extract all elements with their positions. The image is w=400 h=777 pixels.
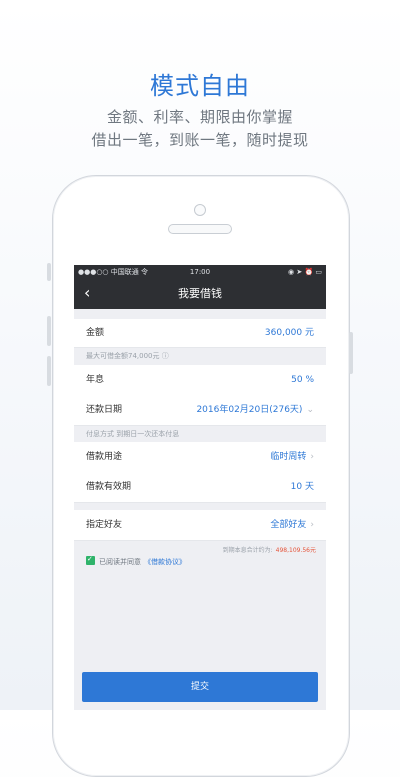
- friend-label: 指定好友: [86, 520, 123, 530]
- repay-date-value[interactable]: 2016年02月20日(276天) ⌄: [196, 395, 314, 425]
- back-icon[interactable]: ‹: [84, 279, 90, 307]
- rate-row[interactable]: 年息 50 %: [74, 365, 326, 396]
- front-camera: [194, 204, 206, 216]
- status-icons: ◉ ➤ ⏰ ▭: [288, 268, 322, 276]
- purpose-value[interactable]: 临时周转 ›: [270, 442, 314, 472]
- nav-bar: ‹ 我要借钱: [74, 279, 326, 309]
- amount-row[interactable]: 金额 360,000 元: [74, 319, 326, 348]
- purpose-label: 借款用途: [86, 452, 123, 462]
- total-amount: 498,109.56元: [275, 547, 316, 554]
- volume-up-button: [47, 316, 51, 346]
- volume-down-button: [47, 356, 51, 386]
- total-estimate: 到期本息合计约为: 498,109.56元: [223, 545, 316, 554]
- promo-line-2: 借出一笔，到账一笔，随时提现: [91, 131, 309, 149]
- agree-checkbox[interactable]: ✓: [86, 555, 95, 565]
- chevron-right-icon: ›: [310, 452, 314, 462]
- power-button: [349, 332, 353, 374]
- nav-title: 我要借钱: [178, 287, 222, 300]
- promo-title: 模式自由: [150, 72, 250, 100]
- loan-agreement-link[interactable]: 《借款协议》: [144, 558, 186, 566]
- check-icon: ✓: [87, 555, 93, 563]
- status-bar: ●●●○○ 中国联通 令 17:00 ◉ ➤ ⏰ ▭: [74, 265, 326, 279]
- max-amount-hint: 最大可借金额74,000元 ⓘ: [86, 352, 169, 360]
- chevron-right-icon: ›: [310, 520, 314, 530]
- friend-value[interactable]: 全部好友 ›: [270, 510, 314, 540]
- purpose-row[interactable]: 借款用途 临时周转 ›: [74, 442, 326, 473]
- purpose-text: 临时周转: [270, 452, 307, 462]
- validity-label: 借款有效期: [86, 482, 132, 492]
- rate-value[interactable]: 50 %: [291, 365, 314, 395]
- friend-text: 全部好友: [270, 520, 307, 530]
- repay-date-row[interactable]: 还款日期 2016年02月20日(276天) ⌄: [74, 395, 326, 426]
- agreement-label: 已阅读并同意: [99, 558, 141, 566]
- agreement-text: 已阅读并同意 《借款协议》: [99, 557, 186, 567]
- amount-value[interactable]: 360,000 元: [265, 319, 314, 347]
- rate-label: 年息: [86, 375, 105, 385]
- validity-row[interactable]: 借款有效期 10 天: [74, 472, 326, 503]
- submit-button[interactable]: 提交: [82, 672, 318, 702]
- payment-method-hint: 付息方式 到期日一次还本付息: [86, 430, 180, 438]
- total-label: 到期本息合计约为:: [222, 547, 273, 554]
- promo-line-1: 金额、利率、期限由你掌握: [106, 108, 293, 126]
- repay-date-label: 还款日期: [86, 405, 123, 415]
- chevron-down-icon: ⌄: [306, 405, 314, 415]
- amount-label: 金额: [86, 328, 105, 338]
- friend-row[interactable]: 指定好友 全部好友 ›: [74, 510, 326, 541]
- mute-switch: [47, 263, 51, 281]
- validity-value[interactable]: 10 天: [291, 472, 314, 502]
- earpiece-speaker: [168, 224, 232, 234]
- app-screen: ●●●○○ 中国联通 令 17:00 ◉ ➤ ⏰ ▭ ‹ 我要借钱 金额 360…: [74, 265, 326, 710]
- repay-date-text: 2016年02月20日(276天): [196, 405, 303, 415]
